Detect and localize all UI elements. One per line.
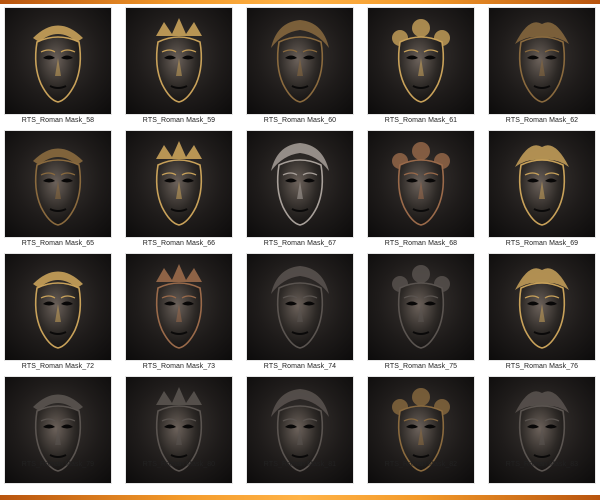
thumbnail-tile[interactable]: RTS_Roman Mask_68 [368, 131, 474, 254]
mask-icon [515, 268, 569, 349]
thumbnail-tile[interactable]: RTS_Roman Mask_60 [247, 8, 353, 131]
thumbnail-caption: RTS_Roman Mask_69 [505, 240, 579, 247]
thumbnail-tile[interactable]: RTS_Roman Mask_72 [5, 254, 111, 377]
mask-thumbnail-image[interactable] [126, 8, 232, 114]
mask-icon [392, 19, 450, 103]
thumbnail-caption: RTS_Roman Mask_66 [142, 240, 216, 247]
thumbnail-tile[interactable]: RTS_Roman Mask_65 [5, 131, 111, 254]
mask-thumbnail-image[interactable] [489, 254, 595, 360]
thumbnail-caption: RTS_Roman Mask_80 [142, 461, 216, 468]
mask-icon [515, 22, 569, 103]
mask-icon [155, 18, 203, 103]
mask-thumbnail-image[interactable] [368, 131, 474, 237]
thumbnail-caption: RTS_Roman Mask_72 [21, 363, 95, 370]
thumbnail-caption: RTS_Roman Mask_75 [384, 363, 458, 370]
mask-thumbnail-image[interactable] [5, 8, 111, 114]
thumbnail-tile[interactable]: RTS_Roman Mask_73 [126, 254, 232, 377]
thumbnail-tile[interactable]: RTS_Roman Mask_59 [126, 8, 232, 131]
mask-icon [271, 143, 329, 226]
mask-thumbnail-image[interactable] [247, 131, 353, 237]
mask-icon [271, 20, 329, 103]
thumbnail-caption: RTS_Roman Mask_81 [263, 461, 337, 468]
mask-gallery-page: RTS_Roman Mask_58 RTS_Roman Mask_59 RTS_Ro… [0, 0, 600, 500]
mask-thumbnail-image[interactable] [368, 254, 474, 360]
thumbnail-tile[interactable]: RTS_Roman Mask_66 [126, 131, 232, 254]
bottom-accent-bar [0, 495, 600, 500]
thumbnail-tile[interactable]: RTS_Roman Mask_58 [5, 8, 111, 131]
top-accent-bar [0, 0, 600, 4]
thumbnail-tile[interactable]: RTS_Roman Mask_81 [247, 377, 353, 500]
mask-icon [33, 25, 83, 103]
mask-icon [33, 271, 83, 349]
thumbnail-tile[interactable]: RTS_Roman Mask_80 [126, 377, 232, 500]
thumbnail-tile[interactable]: RTS_Roman Mask_82 [368, 377, 474, 500]
thumbnail-grid: RTS_Roman Mask_58 RTS_Roman Mask_59 RTS_Ro… [5, 8, 595, 500]
thumbnail-caption: RTS_Roman Mask_67 [263, 240, 337, 247]
thumbnail-caption: RTS_Roman Mask_68 [384, 240, 458, 247]
thumbnail-caption: RTS_Roman Mask_83 [505, 461, 579, 468]
thumbnail-caption: RTS_Roman Mask_65 [21, 240, 95, 247]
mask-icon [155, 264, 203, 349]
mask-thumbnail-image[interactable] [126, 131, 232, 237]
thumbnail-caption: RTS_Roman Mask_62 [505, 117, 579, 124]
mask-icon [392, 142, 450, 226]
mask-icon [392, 265, 450, 349]
thumbnail-tile[interactable]: RTS_Roman Mask_74 [247, 254, 353, 377]
mask-thumbnail-image[interactable] [5, 131, 111, 237]
mask-thumbnail-image[interactable] [126, 254, 232, 360]
thumbnail-tile[interactable]: RTS_Roman Mask_61 [368, 8, 474, 131]
thumbnail-caption: RTS_Roman Mask_60 [263, 117, 337, 124]
mask-icon [515, 145, 569, 226]
mask-thumbnail-image[interactable] [489, 131, 595, 237]
thumbnail-caption: RTS_Roman Mask_73 [142, 363, 216, 370]
thumbnail-tile[interactable]: RTS_Roman Mask_79 [5, 377, 111, 500]
thumbnail-caption: RTS_Roman Mask_79 [21, 461, 95, 468]
thumbnail-tile[interactable]: RTS_Roman Mask_76 [489, 254, 595, 377]
mask-icon [155, 141, 203, 226]
thumbnail-caption: RTS_Roman Mask_76 [505, 363, 579, 370]
thumbnail-caption: RTS_Roman Mask_61 [384, 117, 458, 124]
mask-thumbnail-image[interactable] [247, 254, 353, 360]
thumbnail-tile[interactable]: RTS_Roman Mask_67 [247, 131, 353, 254]
mask-thumbnail-image[interactable] [489, 8, 595, 114]
mask-thumbnail-image[interactable] [5, 254, 111, 360]
mask-icon [271, 266, 329, 349]
thumbnail-tile[interactable]: RTS_Roman Mask_62 [489, 8, 595, 131]
mask-thumbnail-image[interactable] [368, 8, 474, 114]
thumbnail-caption: RTS_Roman Mask_59 [142, 117, 216, 124]
mask-icon [33, 148, 83, 226]
thumbnail-tile[interactable]: RTS_Roman Mask_83 [489, 377, 595, 500]
mask-thumbnail-image[interactable] [247, 8, 353, 114]
thumbnail-tile[interactable]: RTS_Roman Mask_69 [489, 131, 595, 254]
thumbnail-caption: RTS_Roman Mask_82 [384, 461, 458, 468]
thumbnail-tile[interactable]: RTS_Roman Mask_75 [368, 254, 474, 377]
thumbnail-caption: RTS_Roman Mask_58 [21, 117, 95, 124]
thumbnail-caption: RTS_Roman Mask_74 [263, 363, 337, 370]
